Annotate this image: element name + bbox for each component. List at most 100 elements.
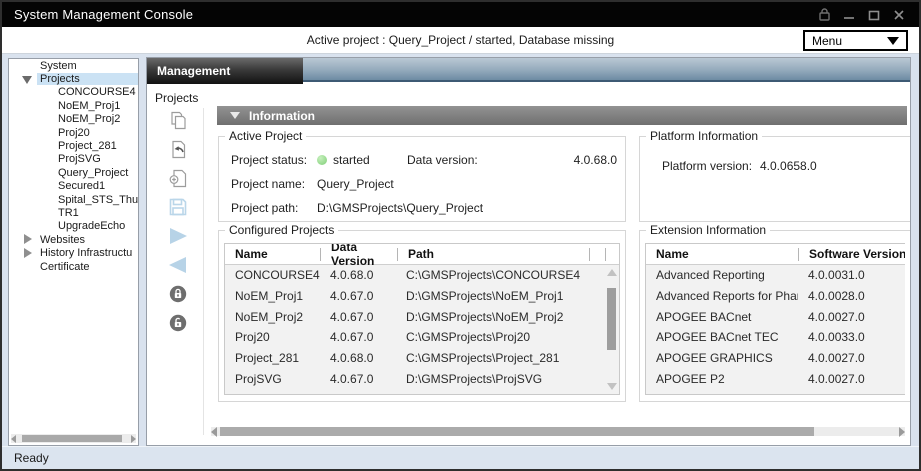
tree-item-secured1[interactable]: Secured1 [9,180,138,193]
column-header-path[interactable]: Path [398,247,589,261]
scroll-up-icon[interactable] [607,269,617,276]
save-button[interactable] [165,197,191,217]
cell-name: APOGEE P2 [646,372,798,386]
status-text: Ready [2,451,49,465]
scrollbar-thumb[interactable] [607,288,616,350]
tree-item-upgradeecho[interactable]: UpgradeEcho [9,220,138,233]
scroll-down-icon[interactable] [607,383,617,390]
start-icon [168,227,188,245]
copy-icon [169,111,188,130]
table-vertical-scrollbar[interactable] [606,267,617,392]
table-header: Name Software Version [646,244,905,265]
table-row[interactable]: APOGEE P24.0.0027.0 [646,368,905,389]
active-project-banner-text: Active project : Query_Project / started… [2,27,919,53]
group-title: Configured Projects [225,223,338,237]
add-project-button[interactable] [165,168,191,188]
tree-horizontal-scrollbar[interactable] [11,434,136,443]
cell-data-version: 4.0.67.0 [320,330,396,344]
tree-item-certificate[interactable]: Certificate [9,260,138,273]
maximize-button[interactable] [866,8,882,22]
scrollbar-thumb[interactable] [220,427,814,436]
lock-status-icon [816,8,832,22]
tree-item-project-281[interactable]: Project_281 [9,139,138,152]
column-header-software-version[interactable]: Software Version [799,247,905,261]
cell-name: APOGEE GRAPHICS [646,351,798,365]
copy-project-button[interactable] [165,110,191,130]
minimize-button[interactable] [841,8,857,22]
scroll-right-icon[interactable] [131,435,136,443]
data-version-value: 4.0.68.0 [557,153,617,167]
table-row[interactable]: Advanced Reporting4.0.0031.0 [646,265,905,286]
start-project-button[interactable] [165,226,191,246]
content-horizontal-scrollbar[interactable] [211,427,905,436]
tree-item-proj20[interactable]: Proj20 [9,126,138,139]
title-bar: System Management Console [2,2,919,27]
table-row[interactable]: CONCOURSE44.0.68.0C:\GMSProjects\CONCOUR… [225,265,619,286]
configured-projects-table: Name Data Version Path CONCOURSE44.0.68.… [224,243,620,395]
group-title: Extension Information [646,223,770,237]
table-row[interactable]: NoEM_Proj14.0.67.0D:\GMSProjects\NoEM_Pr… [225,286,619,307]
table-row[interactable]: Project_2814.0.68.0C:\GMSProjects\Projec… [225,348,619,369]
lock-project-button[interactable] [165,284,191,304]
expander-collapsed-icon[interactable] [22,248,33,259]
close-button[interactable] [891,8,907,22]
table-row[interactable]: APOGEE BACnet4.0.0027.0 [646,306,905,327]
cell-path: D:\GMSProjects\NoEM_Proj1 [396,289,619,303]
scroll-left-icon[interactable] [211,427,217,437]
table-row[interactable]: Proj204.0.67.0C:\GMSProjects\Proj20 [225,327,619,348]
tree-item-history-infrastructure[interactable]: History Infrastructu [9,246,138,259]
cell-path: D:\GMSProjects\ProjSVG [396,372,619,386]
tree-item-query-project[interactable]: Query_Project [9,166,138,179]
cell-data-version: 4.0.67.0 [320,289,396,303]
unlock-icon [169,314,187,332]
tree-item-projects[interactable]: Projects [9,72,138,85]
expander-collapsed-icon[interactable] [22,234,33,245]
cell-name: CONCOURSE4 [225,268,320,282]
collapse-arrow-icon[interactable] [230,112,240,119]
tree-item-noem-proj1[interactable]: NoEM_Proj1 [9,99,138,112]
menu-button-label: Menu [812,34,842,48]
table-row[interactable]: NoEM_Proj24.0.67.0D:\GMSProjects\NoEM_Pr… [225,306,619,327]
restore-icon [169,140,188,159]
tree-item-projsvg[interactable]: ProjSVG [9,153,138,166]
tree-item-noem-proj2[interactable]: NoEM_Proj2 [9,113,138,126]
project-status-label: Project status: [231,153,317,167]
project-status-value: started [333,153,370,167]
column-header-name[interactable]: Name [646,247,798,261]
restore-project-button[interactable] [165,139,191,159]
cell-name: APOGEE BACnet [646,310,798,324]
tree-item-tr1[interactable]: TR1 [9,206,138,219]
toolbar-separator [203,108,204,435]
cell-data-version: 4.0.68.0 [320,351,396,365]
unlock-project-button[interactable] [165,313,191,333]
table-row[interactable]: APOGEE BACnet TEC4.0.0033.0 [646,327,905,348]
tab-management[interactable]: Management [147,58,303,84]
cell-software-version: 4.0.0033.0 [798,330,905,344]
cell-name: Advanced Reports for Pharma [646,289,798,303]
tree-item-spital-sts-thur[interactable]: Spital_STS_Thur [9,193,138,206]
column-header-name[interactable]: Name [225,247,320,261]
tree-item-concourse4[interactable]: CONCOURSE4 [9,86,138,99]
add-project-icon [169,169,188,188]
platform-information-group: Platform Information Platform version: 4… [639,136,910,222]
extension-information-group: Extension Information Name Software Vers… [639,230,910,402]
table-row[interactable]: APOGEE GRAPHICS4.0.0027.0 [646,348,905,369]
information-section-header[interactable]: Information [217,106,907,125]
project-name-value: Query_Project [317,177,394,191]
table-body: Advanced Reporting4.0.0031.0 Advanced Re… [646,265,905,394]
project-toolbar [157,110,199,333]
scroll-right-icon[interactable] [899,427,905,437]
menu-button[interactable]: Menu [803,30,908,51]
expander-expanded-icon[interactable] [22,74,33,85]
scrollbar-thumb[interactable] [22,435,122,442]
table-row[interactable]: ProjSVG4.0.67.0D:\GMSProjects\ProjSVG [225,368,619,389]
table-row[interactable]: Advanced Reports for Pharma4.0.0028.0 [646,286,905,307]
stop-project-button[interactable] [165,255,191,275]
active-project-group: Active Project Project status: started D… [218,136,626,222]
tree-item-websites[interactable]: Websites [9,233,138,246]
cell-name: APOGEE BACnet TEC [646,330,798,344]
scroll-left-icon[interactable] [11,435,16,443]
status-bar: Ready [2,446,919,469]
tree-item-system[interactable]: System [9,59,138,72]
chevron-down-icon [887,37,899,45]
